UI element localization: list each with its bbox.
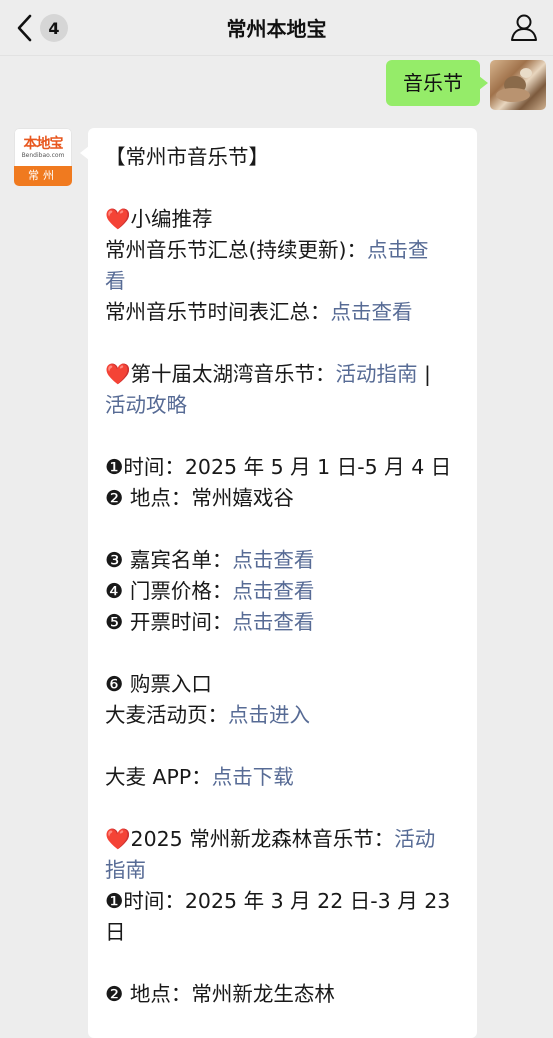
recommend-item-1: 常州音乐节汇总(持续更新)：点击查 [105,235,467,266]
recommend-item-1-link-a[interactable]: 点击查 [367,238,429,262]
festival-1-guests-link[interactable]: 点击查看 [232,548,314,572]
festival-2-time-cont: 日 [105,920,126,944]
festival-1-title: 第十届太湖湾音乐节： [130,362,336,386]
festival-1-guests-label: ❸ 嘉宾名单： [105,548,233,572]
recommend-item-2-label: 常州音乐节时间表汇总： [105,300,331,324]
user-avatar[interactable] [490,60,546,110]
festival-2-place: ❷ 地点：常州新龙生态林 [105,982,335,1006]
festival-1-price-link[interactable]: 点击查看 [232,579,314,603]
festival-1-title-cont: 活动攻略 [105,390,467,421]
recommend-item-1-link-b[interactable]: 看 [105,269,126,293]
chat-title: 常州本地宝 [226,17,327,41]
recommend-item-1-label: 常州音乐节汇总(持续更新)： [105,238,367,262]
festival-1-sale-link[interactable]: 点击查看 [232,610,314,634]
recommend-title: 小编推荐 [130,207,213,231]
heart-icon: ❤️ [105,362,131,386]
outgoing-message-bubble[interactable]: 音乐节 [386,60,488,106]
festival-1-place: ❷ 地点：常州嬉戏谷 [105,486,294,510]
festival-1-strategy-link[interactable]: 活动攻略 [105,393,187,417]
heart-icon: ❤️ [105,207,131,231]
logo-city: 常州 [14,166,72,186]
article-content: 【常州市音乐节】 ❤️小编推荐 常州音乐节汇总(持续更新)：点击查 看 常州音乐… [105,142,467,1010]
festival-1-price: ❹ 门票价格：点击查看 [105,576,467,607]
festival-2-title-cont: 指南 [105,855,467,886]
recommend-line: ❤️小编推荐 [105,204,467,235]
festival-2-time: ❶时间：2025 年 3 月 22 日-3 月 23 [105,889,451,913]
festival-2-guide-link-b[interactable]: 指南 [105,858,146,882]
recommend-item-2-link[interactable]: 点击查看 [331,300,413,324]
festival-1-guests: ❸ 嘉宾名单：点击查看 [105,545,467,576]
festival-1-app-link[interactable]: 点击下载 [212,765,294,789]
logo-text: 本地宝 [23,136,64,152]
logo-subtext: Bendibao.com [21,152,65,159]
top-bar: 4 常州本地宝 [0,0,553,56]
festival-1-sale-label: ❺ 开票时间： [105,610,233,634]
festival-1-buy: ❻ 购票入口 [105,672,212,696]
incoming-message-bubble: 【常州市音乐节】 ❤️小编推荐 常州音乐节汇总(持续更新)：点击查 看 常州音乐… [80,128,477,1038]
festival-1-damai-label: 大麦活动页： [105,703,228,727]
outgoing-message-row: 音乐节 [386,60,546,110]
festival-1-app: 大麦 APP：点击下载 [105,762,467,793]
festival-1-separator: | [417,362,431,386]
bot-avatar[interactable]: 本地宝 Bendibao.com 常州 [14,128,72,186]
festival-1-guide-link[interactable]: 活动指南 [336,362,418,386]
recommend-item-1-cont: 看 [105,266,467,297]
festival-1-app-label: 大麦 APP： [105,765,212,789]
festival-2-guide-link-a[interactable]: 活动 [394,827,435,851]
heart-icon: ❤️ [105,827,131,851]
festival-1-time: ❶时间：2025 年 5 月 1 日-5 月 4 日 [105,455,452,479]
festival-1-damai-page: 大麦活动页：点击进入 [105,700,467,731]
person-icon[interactable] [509,12,539,42]
festival-1-damai-link[interactable]: 点击进入 [228,703,310,727]
festival-2-title: 2025 常州新龙森林音乐节： [130,827,395,851]
festival-1-title-line: ❤️第十届太湖湾音乐节：活动指南 | [105,359,467,390]
festival-1-price-label: ❹ 门票价格： [105,579,233,603]
festival-1-sale-time: ❺ 开票时间：点击查看 [105,607,467,638]
festival-2-title-line: ❤️2025 常州新龙森林音乐节：活动 [105,824,467,855]
article-heading: 【常州市音乐节】 [105,145,269,169]
recommend-item-2: 常州音乐节时间表汇总：点击查看 [105,297,467,328]
